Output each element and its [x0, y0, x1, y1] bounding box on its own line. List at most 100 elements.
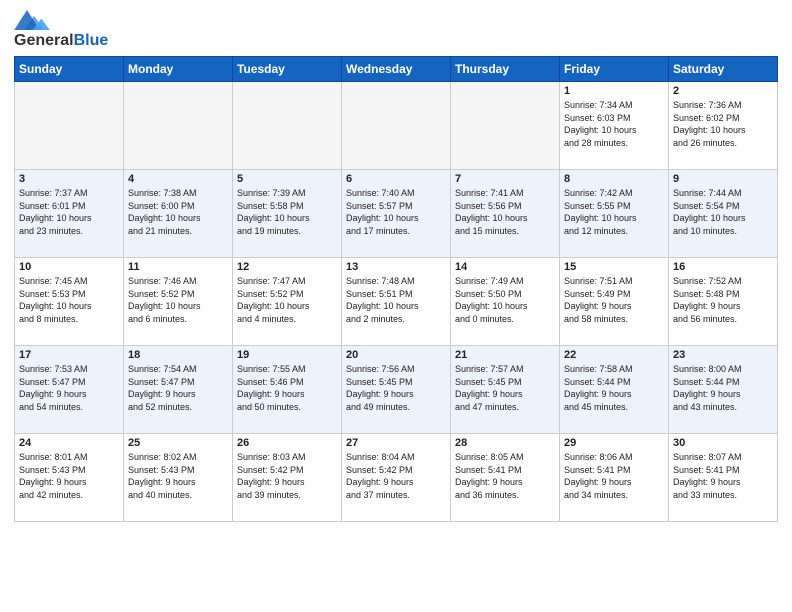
calendar-week-row: 17Sunrise: 7:53 AM Sunset: 5:47 PM Dayli… [15, 346, 778, 434]
calendar-day-cell [451, 82, 560, 170]
calendar-day-cell [233, 82, 342, 170]
day-number: 21 [455, 349, 555, 361]
logo-text: GeneralBlue [14, 32, 108, 50]
calendar-day-cell: 17Sunrise: 7:53 AM Sunset: 5:47 PM Dayli… [15, 346, 124, 434]
day-number: 2 [673, 85, 773, 97]
day-number: 30 [673, 437, 773, 449]
day-number: 19 [237, 349, 337, 361]
calendar-week-row: 1 Sunrise: 7:34 AM Sunset: 6:03 PM Daylig… [15, 82, 778, 170]
header: GeneralBlue [14, 10, 778, 50]
day-info: Sunrise: 7:57 AM Sunset: 5:45 PM Dayligh… [455, 363, 555, 413]
day-number: 11 [128, 261, 228, 273]
calendar-day-cell [124, 82, 233, 170]
day-info: Sunrise: 7:46 AM Sunset: 5:52 PM Dayligh… [128, 275, 228, 325]
weekday-header: Friday [560, 57, 669, 82]
day-info: Sunrise: 7:51 AM Sunset: 5:49 PM Dayligh… [564, 275, 664, 325]
calendar-day-cell: 6 Sunrise: 7:40 AM Sunset: 5:57 PM Daylig… [342, 170, 451, 258]
day-number: 29 [564, 437, 664, 449]
day-info: Sunrise: 7:55 AM Sunset: 5:46 PM Dayligh… [237, 363, 337, 413]
day-info: Sunrise: 8:01 AM Sunset: 5:43 PM Dayligh… [19, 451, 119, 501]
day-info: Sunrise: 8:05 AM Sunset: 5:41 PM Dayligh… [455, 451, 555, 501]
day-info: Sunrise: 8:04 AM Sunset: 5:42 PM Dayligh… [346, 451, 446, 501]
day-info: Sunrise: 8:02 AM Sunset: 5:43 PM Dayligh… [128, 451, 228, 501]
day-number: 18 [128, 349, 228, 361]
calendar-day-cell: 11 Sunrise: 7:46 AM Sunset: 5:52 PM Dayli… [124, 258, 233, 346]
weekday-header: Saturday [669, 57, 778, 82]
day-number: 4 [128, 173, 228, 185]
day-info: Sunrise: 7:44 AM Sunset: 5:54 PM Dayligh… [673, 187, 773, 237]
calendar-day-cell: 28 Sunrise: 8:05 AM Sunset: 5:41 PM Dayli… [451, 434, 560, 522]
weekday-header: Thursday [451, 57, 560, 82]
day-number: 13 [346, 261, 446, 273]
calendar-day-cell: 15Sunrise: 7:51 AM Sunset: 5:49 PM Dayli… [560, 258, 669, 346]
day-number: 12 [237, 261, 337, 273]
logo-blue: Blue [74, 32, 109, 49]
calendar-day-cell: 27 Sunrise: 8:04 AM Sunset: 5:42 PM Dayli… [342, 434, 451, 522]
day-number: 8 [564, 173, 664, 185]
calendar-day-cell: 8 Sunrise: 7:42 AM Sunset: 5:55 PM Daylig… [560, 170, 669, 258]
weekday-header: Tuesday [233, 57, 342, 82]
day-number: 10 [19, 261, 119, 273]
day-info: Sunrise: 7:54 AM Sunset: 5:47 PM Dayligh… [128, 363, 228, 413]
day-number: 16 [673, 261, 773, 273]
day-info: Sunrise: 7:37 AM Sunset: 6:01 PM Dayligh… [19, 187, 119, 237]
calendar-day-cell: 2 Sunrise: 7:36 AM Sunset: 6:02 PM Daylig… [669, 82, 778, 170]
calendar-week-row: 10 Sunrise: 7:45 AM Sunset: 5:53 PM Dayli… [15, 258, 778, 346]
day-number: 26 [237, 437, 337, 449]
calendar-day-cell: 23Sunrise: 8:00 AM Sunset: 5:44 PM Dayli… [669, 346, 778, 434]
page: GeneralBlue SundayMondayTuesdayWednesday… [0, 0, 792, 612]
day-info: Sunrise: 7:34 AM Sunset: 6:03 PM Dayligh… [564, 99, 664, 149]
calendar-day-cell: 20Sunrise: 7:56 AM Sunset: 5:45 PM Dayli… [342, 346, 451, 434]
day-info: Sunrise: 7:36 AM Sunset: 6:02 PM Dayligh… [673, 99, 773, 149]
day-info: Sunrise: 7:58 AM Sunset: 5:44 PM Dayligh… [564, 363, 664, 413]
logo-icon [14, 10, 50, 30]
day-number: 14 [455, 261, 555, 273]
calendar-day-cell [15, 82, 124, 170]
day-number: 24 [19, 437, 119, 449]
day-number: 1 [564, 85, 664, 97]
calendar-day-cell [342, 82, 451, 170]
calendar-day-cell: 19 Sunrise: 7:55 AM Sunset: 5:46 PM Dayli… [233, 346, 342, 434]
calendar-table: SundayMondayTuesdayWednesdayThursdayFrid… [14, 56, 778, 522]
day-info: Sunrise: 7:38 AM Sunset: 6:00 PM Dayligh… [128, 187, 228, 237]
day-info: Sunrise: 7:47 AM Sunset: 5:52 PM Dayligh… [237, 275, 337, 325]
day-info: Sunrise: 7:40 AM Sunset: 5:57 PM Dayligh… [346, 187, 446, 237]
calendar-day-cell: 10 Sunrise: 7:45 AM Sunset: 5:53 PM Dayli… [15, 258, 124, 346]
calendar-day-cell: 12 Sunrise: 7:47 AM Sunset: 5:52 PM Dayli… [233, 258, 342, 346]
calendar-day-cell: 1 Sunrise: 7:34 AM Sunset: 6:03 PM Daylig… [560, 82, 669, 170]
day-number: 22 [564, 349, 664, 361]
logo-general: General [14, 32, 74, 49]
calendar-day-cell: 21 Sunrise: 7:57 AM Sunset: 5:45 PM Dayli… [451, 346, 560, 434]
calendar-day-cell: 30 Sunrise: 8:07 AM Sunset: 5:41 PM Dayli… [669, 434, 778, 522]
day-number: 17 [19, 349, 119, 361]
calendar-header-row: SundayMondayTuesdayWednesdayThursdayFrid… [15, 57, 778, 82]
calendar-day-cell: 5Sunrise: 7:39 AM Sunset: 5:58 PM Daylig… [233, 170, 342, 258]
day-number: 6 [346, 173, 446, 185]
day-number: 9 [673, 173, 773, 185]
calendar-day-cell: 26 Sunrise: 8:03 AM Sunset: 5:42 PM Dayli… [233, 434, 342, 522]
day-info: Sunrise: 7:41 AM Sunset: 5:56 PM Dayligh… [455, 187, 555, 237]
calendar-day-cell: 25 Sunrise: 8:02 AM Sunset: 5:43 PM Dayli… [124, 434, 233, 522]
weekday-header: Sunday [15, 57, 124, 82]
day-info: Sunrise: 7:39 AM Sunset: 5:58 PM Dayligh… [237, 187, 337, 237]
calendar-day-cell: 3 Sunrise: 7:37 AM Sunset: 6:01 PM Daylig… [15, 170, 124, 258]
calendar-week-row: 24 Sunrise: 8:01 AM Sunset: 5:43 PM Dayli… [15, 434, 778, 522]
calendar-day-cell: 4 Sunrise: 7:38 AM Sunset: 6:00 PM Daylig… [124, 170, 233, 258]
day-info: Sunrise: 7:42 AM Sunset: 5:55 PM Dayligh… [564, 187, 664, 237]
day-number: 3 [19, 173, 119, 185]
calendar-day-cell: 22 Sunrise: 7:58 AM Sunset: 5:44 PM Dayli… [560, 346, 669, 434]
day-info: Sunrise: 7:49 AM Sunset: 5:50 PM Dayligh… [455, 275, 555, 325]
logo: GeneralBlue [14, 10, 108, 50]
day-info: Sunrise: 8:07 AM Sunset: 5:41 PM Dayligh… [673, 451, 773, 501]
day-number: 25 [128, 437, 228, 449]
day-info: Sunrise: 7:52 AM Sunset: 5:48 PM Dayligh… [673, 275, 773, 325]
calendar-day-cell: 13Sunrise: 7:48 AM Sunset: 5:51 PM Dayli… [342, 258, 451, 346]
calendar-day-cell: 29 Sunrise: 8:06 AM Sunset: 5:41 PM Dayli… [560, 434, 669, 522]
day-number: 20 [346, 349, 446, 361]
day-info: Sunrise: 7:45 AM Sunset: 5:53 PM Dayligh… [19, 275, 119, 325]
calendar-day-cell: 9 Sunrise: 7:44 AM Sunset: 5:54 PM Daylig… [669, 170, 778, 258]
day-number: 28 [455, 437, 555, 449]
day-info: Sunrise: 8:06 AM Sunset: 5:41 PM Dayligh… [564, 451, 664, 501]
day-info: Sunrise: 8:03 AM Sunset: 5:42 PM Dayligh… [237, 451, 337, 501]
day-number: 27 [346, 437, 446, 449]
